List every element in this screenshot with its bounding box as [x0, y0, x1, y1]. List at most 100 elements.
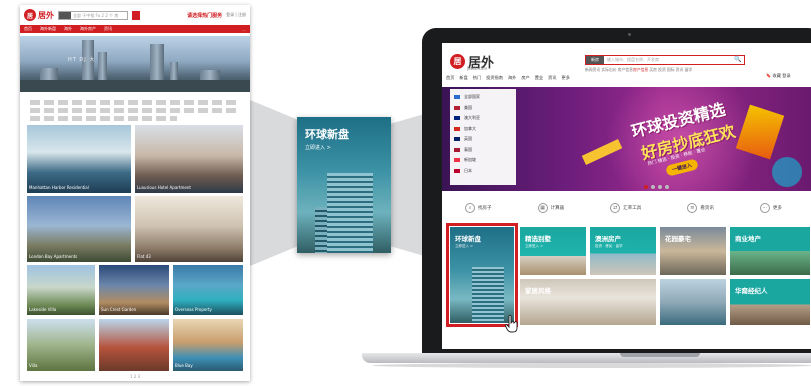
flag-icon: [454, 137, 460, 142]
site-header: 居 居外 Juwai.com 新房 输入城市、楼盘名称、开发商 🔍 新闻资讯 实…: [442, 43, 811, 81]
tile-home-style[interactable]: 家居风格: [520, 279, 656, 325]
country-label: 澳大利亚: [464, 115, 480, 121]
printout-hero-label: HT DJ 大: [68, 57, 96, 63]
nav-item[interactable]: 房产: [521, 75, 529, 81]
tool-label: 计算器: [550, 206, 565, 211]
hot-links-highlight[interactable]: 房产信息: [633, 67, 648, 72]
printout-search-input[interactable]: 全部 于中找 Fo 2 2 个 房: [58, 10, 128, 20]
banner-pager: [644, 185, 669, 189]
tool-more[interactable]: ⋯ 更多: [759, 203, 782, 213]
tile-title: 华裔经纪人: [735, 287, 768, 295]
nav-item[interactable]: 更多: [562, 75, 570, 81]
tile-garden-mansions[interactable]: 花园豪宅: [660, 227, 726, 275]
connector-left: [250, 100, 298, 266]
listing-tile[interactable]: Overseas Property: [173, 265, 243, 315]
laptop-shadow: [372, 363, 811, 368]
tile-villas[interactable]: 精选别墅 立即进入 >: [520, 227, 586, 275]
nav-item[interactable]: 海外: [508, 75, 516, 81]
printout-hot-label[interactable]: 请选择热门服务: [187, 12, 222, 19]
site-logo[interactable]: 居 居外 Juwai.com: [450, 52, 494, 71]
printout-pagination[interactable]: 1 2 3: [20, 374, 250, 379]
search-input[interactable]: 输入城市、楼盘名称、开发商: [604, 57, 732, 63]
country-item[interactable]: 澳大利亚: [454, 113, 512, 124]
pager-dot[interactable]: [665, 185, 669, 189]
tile-australia[interactable]: 澳洲房产 投资 · 移民 · 留学: [590, 227, 656, 275]
nav-item[interactable]: 新盘: [459, 75, 467, 81]
news-icon: ≡: [687, 203, 698, 213]
website-printout: 居 居外 全部 于中找 Fo 2 2 个 房 请选择热门服务 登录 | 注册 首…: [20, 5, 250, 381]
printout-nav-item[interactable]: …: [242, 27, 246, 32]
printout-filter-area[interactable]: [20, 95, 250, 126]
printout-search-button[interactable]: [132, 10, 140, 20]
flag-icon: [454, 116, 460, 121]
country-item[interactable]: 英国: [454, 134, 512, 145]
nav-item[interactable]: 置业: [535, 75, 543, 81]
nav-right-links[interactable]: 🔖 收藏 登录: [766, 73, 791, 79]
card-subtitle[interactable]: 立即进入 >: [305, 144, 331, 151]
pager-dot[interactable]: [644, 185, 648, 189]
search-icon[interactable]: 🔍: [732, 56, 744, 64]
listing-caption: Flat 43: [137, 254, 151, 259]
country-label: 加拿大: [464, 125, 476, 131]
search-type-select[interactable]: 新房: [586, 56, 604, 64]
country-label: 美国: [464, 104, 472, 110]
tool-exchange-rate[interactable]: ⇄ 汇率工具: [610, 203, 641, 213]
flag-icon: [454, 95, 460, 100]
tile-agents[interactable]: 华裔经纪人: [730, 279, 810, 325]
listing-tile[interactable]: Lakeside Villa: [27, 265, 95, 315]
printout-logo: 居 居外: [24, 9, 54, 21]
flag-icon: [454, 158, 460, 163]
printout-nav-item[interactable]: 资讯: [104, 26, 112, 32]
hot-links-rest[interactable]: 买房 投资 国际 资讯 留学: [648, 67, 692, 72]
pager-dot[interactable]: [658, 185, 662, 189]
tile-commercial[interactable]: 商业地产: [730, 227, 810, 275]
listing-tile[interactable]: London Bay Apartments: [27, 196, 131, 262]
tool-find-home[interactable]: ⌕ 找房子: [465, 203, 492, 213]
printout-nav-item[interactable]: 首页: [24, 26, 32, 32]
hot-links-prefix[interactable]: 新闻资讯 实际出价 房产信息: [585, 67, 633, 72]
listing-tile[interactable]: Blue Bay: [173, 319, 243, 371]
listing-tile[interactable]: Villa: [27, 319, 95, 371]
nav-item[interactable]: 资讯: [548, 75, 556, 81]
country-item[interactable]: 新加坡: [454, 155, 512, 166]
selected-tile-highlight: [446, 223, 518, 327]
printout-nav-item[interactable]: 海外房产: [80, 26, 96, 32]
listing-caption: Villa: [29, 363, 38, 368]
zoomed-tile-card[interactable]: 环球新盘 立即进入 >: [297, 117, 391, 253]
search-icon: ⌕: [465, 203, 476, 213]
listing-tile[interactable]: [99, 319, 169, 371]
nav-item[interactable]: 投资指南: [486, 75, 503, 81]
listing-tile[interactable]: Manhattan Harbor Residential: [27, 125, 131, 193]
tool-label: 更多: [772, 206, 782, 211]
tool-calculator[interactable]: ▦ 计算器: [537, 203, 565, 213]
printout-nav-item[interactable]: 海外: [64, 26, 72, 32]
printout-nav: 首页 海外新盘 海外 海外房产 资讯 …: [20, 25, 250, 33]
printout-hero-image[interactable]: HT DJ 大: [20, 36, 250, 92]
country-item[interactable]: 日本: [454, 166, 512, 177]
country-label: 新加坡: [464, 157, 476, 163]
listing-caption: Manhattan Harbor Residential: [29, 185, 89, 190]
nav-item[interactable]: 热门: [473, 75, 481, 81]
nav-item[interactable]: 首页: [446, 75, 454, 81]
country-item[interactable]: 泰国: [454, 145, 512, 156]
pager-dot[interactable]: [651, 185, 655, 189]
tile-title: 澳洲房产: [595, 235, 621, 243]
listing-tile[interactable]: Luxurious Hotel Apartment: [135, 125, 243, 193]
listing-caption: Sun Crest Garden: [101, 307, 137, 312]
listing-tile[interactable]: Sun Crest Garden: [99, 265, 169, 315]
country-item[interactable]: 加拿大: [454, 124, 512, 135]
tool-news[interactable]: ≡ 看资讯: [687, 203, 714, 213]
country-item[interactable]: 全部国家: [454, 92, 512, 103]
card-building-image: [327, 173, 373, 253]
juwai-logo-icon: 居: [450, 54, 465, 69]
country-label: 泰国: [464, 146, 472, 152]
printout-header: 居 居外 全部 于中找 Fo 2 2 个 房 请选择热门服务 登录 | 注册: [20, 5, 250, 25]
flag-icon: [454, 168, 460, 173]
tile-pool-view[interactable]: [660, 279, 726, 325]
flag-icon: [454, 105, 460, 110]
listing-tile[interactable]: Flat 43: [135, 196, 243, 262]
country-item[interactable]: 美国: [454, 103, 512, 114]
tile-title: 精选别墅: [525, 235, 551, 243]
printout-nav-item[interactable]: 海外新盘: [40, 26, 56, 32]
printout-login-link[interactable]: 登录 | 注册: [226, 12, 246, 18]
